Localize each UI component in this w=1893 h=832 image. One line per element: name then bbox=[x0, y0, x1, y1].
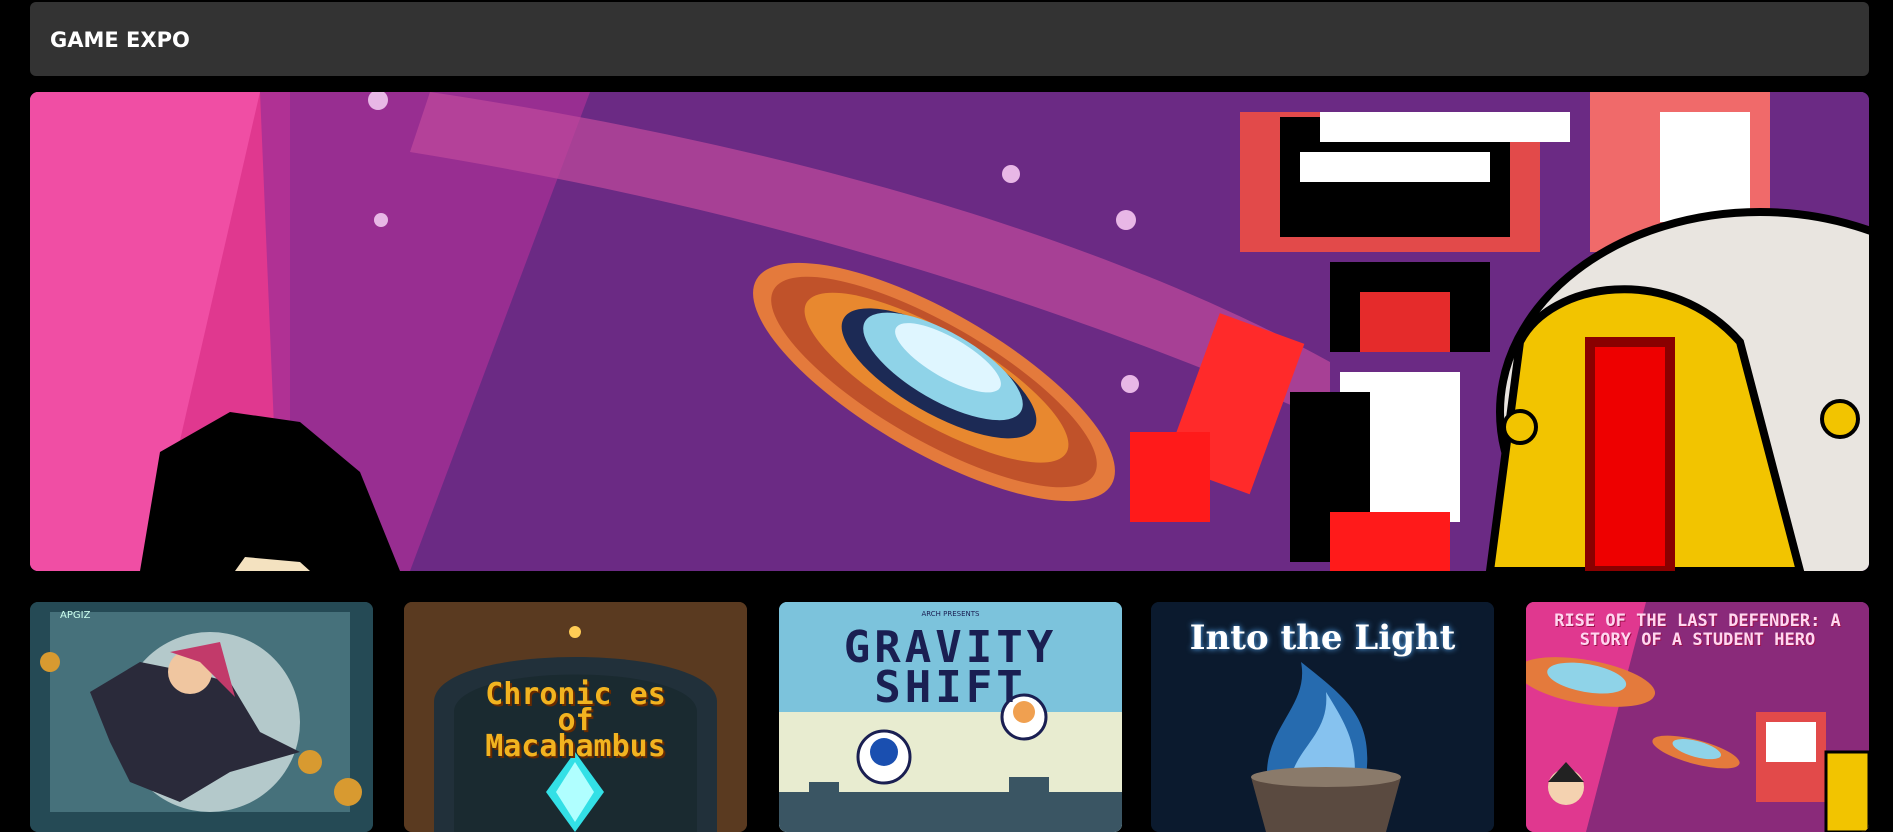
chronicles-title: Chronic es of Macahambus bbox=[485, 677, 666, 764]
gravity-kicker: ARCH PRESENTS bbox=[921, 610, 980, 618]
hero-banner[interactable] bbox=[30, 92, 1869, 571]
arch-cover-art bbox=[30, 602, 373, 832]
site-title[interactable]: GAME EXPO bbox=[50, 28, 190, 52]
light-title: Into the Light bbox=[1189, 618, 1456, 658]
game-card-chronicles[interactable]: Chronic es of Macahambus bbox=[404, 602, 747, 832]
game-card-gravity-shift[interactable]: ARCH PRESENTS GRAVITY SHIFT bbox=[779, 602, 1122, 832]
game-card-into-the-light[interactable]: Into the Light bbox=[1151, 602, 1494, 832]
hero-artwork bbox=[30, 92, 1869, 571]
game-gallery: APGIZ Chronic es of Macahambus ARCH PRES… bbox=[30, 602, 1869, 832]
app-header: GAME EXPO bbox=[30, 2, 1869, 76]
rise-title: RISE OF THE LAST DEFENDER: A STORY OF A … bbox=[1554, 611, 1841, 650]
game-card-arch[interactable]: APGIZ bbox=[30, 602, 373, 832]
game-card-rise-of-the-last-defender[interactable]: RISE OF THE LAST DEFENDER: A STORY OF A … bbox=[1526, 602, 1869, 832]
arch-badge: APGIZ bbox=[60, 610, 91, 621]
gravity-title: GRAVITY SHIFT bbox=[843, 622, 1058, 713]
